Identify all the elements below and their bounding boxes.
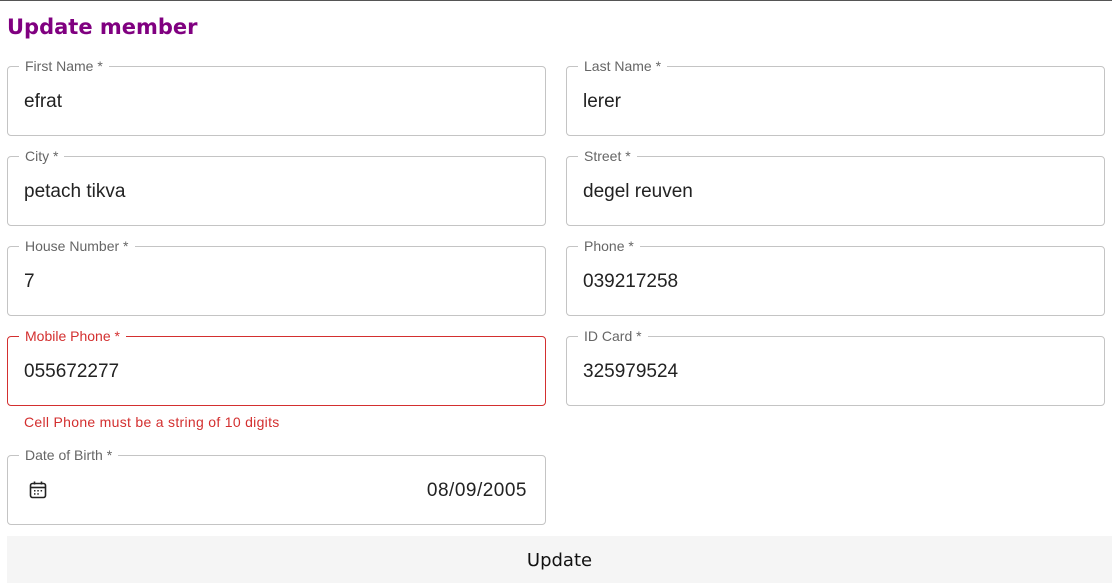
date-of-birth-input[interactable]	[68, 478, 527, 504]
mobile-phone-label: Mobile Phone *	[19, 327, 126, 345]
calendar-icon[interactable]	[28, 480, 48, 500]
mobile-phone-input[interactable]	[24, 359, 529, 385]
first-name-field[interactable]: First Name *	[7, 57, 546, 136]
last-name-field[interactable]: Last Name *	[566, 57, 1105, 136]
street-label: Street *	[578, 147, 637, 165]
id-card-input[interactable]	[583, 359, 1088, 385]
city-input[interactable]	[24, 179, 529, 205]
update-button[interactable]: Update	[7, 536, 1112, 583]
first-name-label: First Name *	[19, 57, 109, 75]
date-of-birth-label: Date of Birth *	[19, 446, 119, 464]
house-number-field[interactable]: House Number *	[7, 237, 546, 316]
first-name-input[interactable]	[24, 89, 529, 115]
phone-label: Phone *	[578, 237, 640, 255]
last-name-label: Last Name *	[578, 57, 668, 75]
id-card-field[interactable]: ID Card *	[566, 327, 1105, 406]
house-number-input[interactable]	[24, 269, 529, 295]
street-input[interactable]	[583, 179, 1088, 205]
city-label: City *	[19, 147, 65, 165]
mobile-phone-field[interactable]: Mobile Phone *	[7, 327, 546, 406]
id-card-label: ID Card *	[578, 327, 648, 345]
update-member-form: Update member First Name * Last Name * C…	[0, 0, 1112, 583]
street-field[interactable]: Street *	[566, 147, 1105, 226]
house-number-label: House Number *	[19, 237, 135, 255]
phone-field[interactable]: Phone *	[566, 237, 1105, 316]
city-field[interactable]: City *	[7, 147, 546, 226]
date-of-birth-field[interactable]: Date of Birth *	[7, 446, 546, 525]
mobile-phone-error-text: Cell Phone must be a string of 10 digits	[24, 414, 280, 430]
form-title: Update member	[7, 15, 198, 39]
last-name-input[interactable]	[583, 89, 1088, 115]
phone-input[interactable]	[583, 269, 1088, 295]
